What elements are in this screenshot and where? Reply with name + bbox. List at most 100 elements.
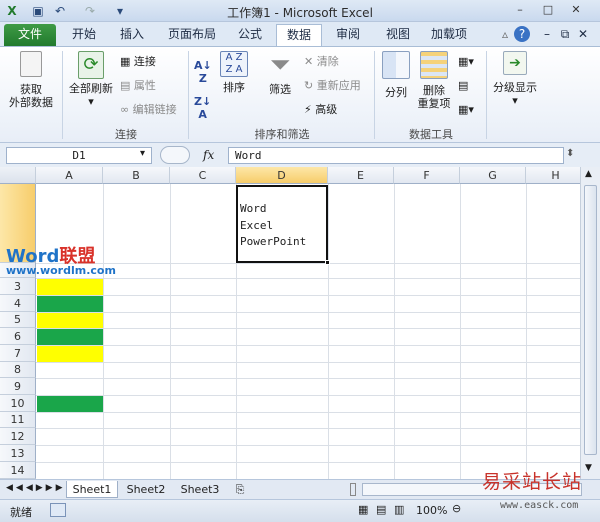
column-header[interactable]: F [394, 167, 460, 184]
gridline [36, 345, 580, 346]
cell-fill-green[interactable] [37, 329, 103, 345]
cell-fill-yellow[interactable] [37, 279, 103, 295]
row-header[interactable]: 11 [0, 412, 36, 428]
column-header-selected[interactable]: D [236, 167, 328, 184]
sort-descending-icon[interactable]: Z↓ A [194, 95, 211, 121]
fill-handle[interactable] [325, 260, 330, 265]
active-cell-d1[interactable]: Word Excel PowerPoint [236, 185, 328, 263]
column-header[interactable]: G [460, 167, 526, 184]
tab-review[interactable]: 审阅 [328, 24, 368, 46]
formula-bar-divider-handle[interactable] [160, 146, 190, 164]
edit-links-button[interactable]: ∞ 编辑链接 [120, 103, 177, 116]
column-header[interactable]: E [328, 167, 394, 184]
zoom-level[interactable]: 100% [416, 504, 447, 517]
row-header[interactable]: 12 [0, 428, 36, 445]
minimize-button[interactable]: – [510, 2, 530, 18]
zoom-out-icon[interactable]: ⊖ [452, 502, 461, 515]
column-header[interactable]: C [170, 167, 236, 184]
formula-expand-icon[interactable]: ⬍ [566, 148, 574, 159]
filter-button[interactable]: ⏷ 筛选 [260, 51, 300, 96]
sheet-tab[interactable]: Sheet3 [174, 481, 226, 498]
cell-fill-green[interactable] [37, 296, 103, 312]
properties-button[interactable]: ▤ 属性 [120, 79, 156, 92]
help-icon[interactable]: ? [514, 26, 530, 42]
column-header[interactable]: A [36, 167, 103, 184]
scroll-down-icon[interactable]: ▼ [585, 463, 592, 473]
workbook-restore-icon[interactable]: ⧉ [558, 24, 572, 46]
maximize-button[interactable]: □ [538, 2, 558, 18]
insert-function-icon[interactable]: fx [203, 148, 214, 162]
advanced-filter-button[interactable]: ⚡ 高级 [304, 103, 337, 116]
tab-split-handle[interactable] [350, 483, 356, 496]
tab-addins[interactable]: 加载项 [424, 24, 474, 46]
select-all-corner[interactable] [0, 167, 36, 184]
cell-fill-green[interactable] [37, 396, 103, 412]
formula-input[interactable]: Word [228, 147, 564, 164]
save-icon[interactable]: ▣ [30, 3, 46, 19]
excel-logo-icon[interactable]: X [4, 3, 20, 19]
wordlm-url: www.wordlm.com [6, 264, 116, 277]
row-header[interactable]: 3 [0, 278, 36, 295]
workbook-minimize-icon[interactable]: – [540, 24, 554, 46]
page-break-view-icon[interactable]: ▥ [394, 503, 404, 516]
sort-button[interactable]: A ZZ A 排序 [218, 51, 250, 94]
clear-filter-button[interactable]: ✕ 清除 [304, 55, 339, 68]
row-header[interactable]: 9 [0, 378, 36, 395]
tab-data[interactable]: 数据 [276, 24, 322, 46]
column-header[interactable]: H [526, 167, 580, 184]
cell-fill-yellow[interactable] [37, 346, 103, 362]
scroll-up-icon[interactable]: ▲ [585, 169, 592, 179]
row-header[interactable]: 8 [0, 362, 36, 378]
reapply-button[interactable]: ↻ 重新应用 [304, 79, 361, 92]
row-header[interactable]: 5 [0, 312, 36, 328]
ribbon-collapse-icon[interactable]: ▵ [498, 24, 512, 46]
tab-view[interactable]: 视图 [378, 24, 418, 46]
group-label-data-tools: 数据工具 [409, 128, 453, 141]
name-box[interactable]: D1 [6, 147, 152, 164]
remove-duplicates-label: 删除 重复项 [417, 84, 451, 110]
refresh-all-button[interactable]: ⟳ 全部刷新 ▾ [66, 51, 116, 108]
row-header[interactable]: 14 [0, 462, 36, 479]
row-header[interactable]: 10 [0, 395, 36, 412]
cell-fill-yellow[interactable] [37, 313, 103, 328]
redo-icon[interactable]: ↷ [82, 3, 98, 19]
vertical-scroll-thumb[interactable] [584, 185, 597, 455]
remove-duplicates-button[interactable]: 删除 重复项 [414, 51, 454, 110]
tab-page-layout[interactable]: 页面布局 [160, 24, 224, 46]
data-validation-icon[interactable]: ▦▾ [458, 55, 474, 68]
worksheet-grid[interactable]: A B C D E F G H 3 4 5 6 7 8 9 10 11 12 1… [0, 167, 580, 479]
insert-sheet-icon[interactable]: ⎘ [230, 481, 250, 498]
tab-home[interactable]: 开始 [62, 24, 106, 46]
workbook-close-icon[interactable]: ✕ [576, 24, 590, 46]
vertical-scrollbar[interactable]: ▲ ▼ [580, 167, 600, 479]
connections-button[interactable]: ▦ 连接 [120, 55, 156, 68]
sheet-nav-arrows-icon[interactable]: ◀◀◀▶▶▶ [6, 483, 66, 493]
row-header[interactable]: 7 [0, 345, 36, 362]
outline-button[interactable]: ➔ 分级显示 ▾ [490, 51, 540, 107]
page-layout-view-icon[interactable]: ▤ [376, 503, 386, 516]
consolidate-icon[interactable]: ▤ [458, 79, 468, 92]
column-header[interactable]: B [103, 167, 170, 184]
row-header[interactable]: 13 [0, 445, 36, 462]
sheet-tab-active[interactable]: Sheet1 [66, 481, 118, 498]
refresh-all-label: 全部刷新 [69, 82, 113, 95]
get-external-data-button[interactable]: 获取 外部数据 [4, 51, 58, 109]
undo-icon[interactable]: ↶ [52, 3, 68, 19]
filter-funnel-icon: ⏷ [269, 50, 291, 80]
row-header[interactable]: 4 [0, 295, 36, 312]
text-to-columns-button[interactable]: 分列 [378, 51, 414, 99]
dropdown-arrow-icon: ▾ [512, 94, 518, 107]
what-if-analysis-icon[interactable]: ▦▾ [458, 103, 474, 116]
sheet-tab[interactable]: Sheet2 [120, 481, 172, 498]
tab-file[interactable]: 文件 [4, 24, 56, 46]
customize-quick-access-icon[interactable]: ▾ [112, 3, 128, 19]
name-box-dropdown-icon[interactable]: ▾ [140, 148, 145, 159]
row-header[interactable]: 6 [0, 328, 36, 345]
close-button[interactable]: ✕ [566, 2, 586, 18]
cell-text-line: PowerPoint [240, 235, 307, 248]
sort-ascending-icon[interactable]: A↓ Z [194, 59, 212, 85]
normal-view-icon[interactable]: ▦ [358, 503, 368, 516]
tab-formulas[interactable]: 公式 [230, 24, 270, 46]
macro-record-icon[interactable] [50, 503, 66, 517]
tab-insert[interactable]: 插入 [110, 24, 154, 46]
